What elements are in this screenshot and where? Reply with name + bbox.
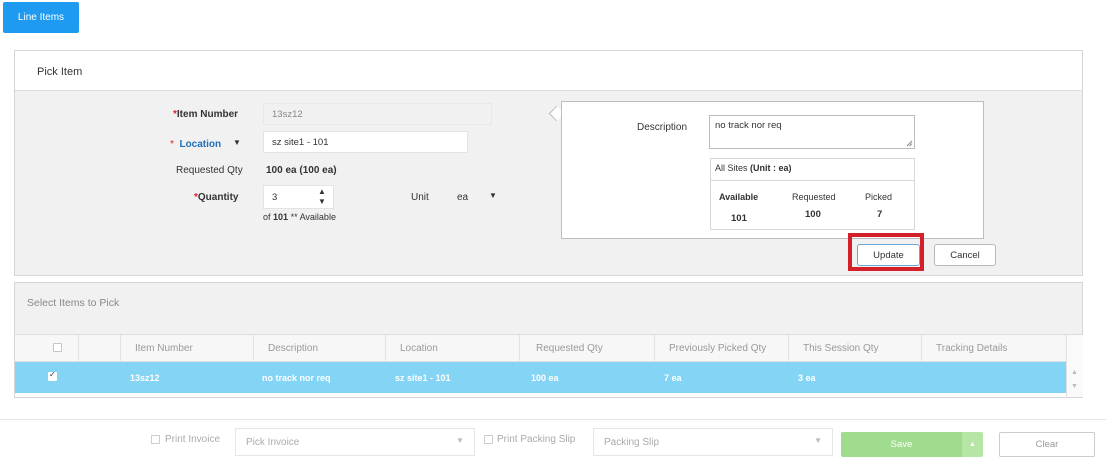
select-all-checkbox[interactable] (53, 343, 62, 352)
unit-select[interactable]: ea (457, 192, 468, 203)
cancel-button[interactable]: Cancel (934, 244, 996, 266)
resize-grip-icon[interactable] (906, 140, 913, 147)
cell-this-session-qty: 3 ea (798, 372, 816, 383)
available-stat-value: 101 (731, 213, 747, 224)
cell-location: sz site1 - 101 (395, 372, 451, 383)
select-all-column (37, 335, 78, 362)
cell-description: no track nor req (262, 372, 331, 383)
footer-divider (0, 419, 1106, 420)
spinner-up-icon[interactable]: ▲ (318, 187, 326, 196)
select-items-panel: Select Items to Pick Item Number Descrip… (14, 282, 1083, 398)
column-spacer (78, 335, 120, 362)
location-caret-icon[interactable]: ▼ (233, 138, 241, 147)
table-row[interactable]: ✓ 13sz12 no track nor req sz site1 - 101… (15, 362, 1066, 393)
available-stat-label: Available (719, 192, 759, 202)
print-packing-slip-label: Print Packing Slip (497, 434, 576, 445)
grid-scrollbar[interactable]: ▲ ▼ (1066, 335, 1083, 397)
pick-invoice-select[interactable]: Pick Invoice ▼ (235, 428, 475, 456)
print-invoice-checkbox[interactable] (151, 435, 160, 444)
picked-stat-value: 7 (877, 209, 883, 220)
column-header[interactable]: Tracking Details (921, 335, 1066, 362)
unit-caret-icon[interactable]: ▼ (489, 191, 497, 200)
cell-item-number: 13sz12 (130, 372, 160, 383)
packing-slip-select[interactable]: Packing Slip ▼ (593, 428, 833, 456)
location-field[interactable]: sz site1 - 101 (263, 131, 468, 153)
cell-requested-qty: 100 ea (531, 372, 559, 383)
item-number-field[interactable]: 13sz12 (263, 103, 492, 125)
update-highlight (848, 233, 924, 271)
quantity-label: *Quantity (194, 192, 239, 203)
column-header[interactable]: Previously Picked Qty (654, 335, 788, 362)
pick-item-title: Pick Item (37, 66, 83, 78)
chevron-down-icon: ▼ (456, 436, 464, 445)
checkbox-check-icon: ✓ (49, 370, 56, 379)
quantity-value: 3 (272, 191, 278, 203)
requested-stat-label: Requested (792, 192, 836, 202)
column-header[interactable]: This Session Qty (788, 335, 921, 362)
column-header[interactable]: Description (253, 335, 385, 362)
availability-text: of 101 ** Available (263, 212, 336, 222)
select-items-header: Select Items to Pick (15, 283, 1082, 335)
sites-header: All Sites (Unit : ea) (711, 159, 914, 181)
unit-label: Unit (411, 192, 429, 203)
scroll-up-icon[interactable]: ▲ (1071, 369, 1078, 376)
picked-stat-label: Picked (865, 192, 893, 202)
cell-previously-picked-qty: 7 ea (664, 372, 682, 383)
pick-item-header: Pick Item (15, 51, 1082, 91)
print-packing-slip-checkbox[interactable] (484, 435, 493, 444)
column-header[interactable]: Item Number (120, 335, 253, 362)
item-number-label: *Item Number (173, 109, 239, 120)
description-textarea[interactable]: no track nor req (709, 115, 915, 149)
chevron-down-icon: ▼ (814, 436, 822, 445)
scroll-down-icon[interactable]: ▼ (1071, 383, 1078, 390)
print-invoice-label: Print Invoice (165, 434, 221, 445)
pick-invoice-value: Pick Invoice (246, 436, 300, 448)
requested-qty-label: Requested Qty (176, 165, 243, 176)
spinner-down-icon[interactable]: ▼ (318, 197, 326, 206)
dropdown-caret-icon: ▲ (969, 441, 976, 448)
select-items-title: Select Items to Pick (27, 297, 120, 309)
save-options-button[interactable]: ▲ (962, 432, 983, 457)
grid-header: Item Number Description Location Request… (15, 335, 1066, 362)
column-header[interactable]: Location (385, 335, 519, 362)
requested-stat-value: 100 (805, 209, 821, 220)
location-label: * Location (170, 139, 222, 150)
requested-qty-value: 100 ea (100 ea) (266, 165, 337, 176)
packing-slip-value: Packing Slip (604, 436, 660, 448)
tab-line-items[interactable]: Line Items (3, 2, 79, 33)
clear-button[interactable]: Clear (999, 432, 1095, 457)
save-button[interactable]: Save (841, 432, 962, 457)
description-value: no track nor req (715, 120, 782, 131)
description-label: Description (637, 122, 688, 133)
column-header[interactable]: Requested Qty (519, 335, 654, 362)
